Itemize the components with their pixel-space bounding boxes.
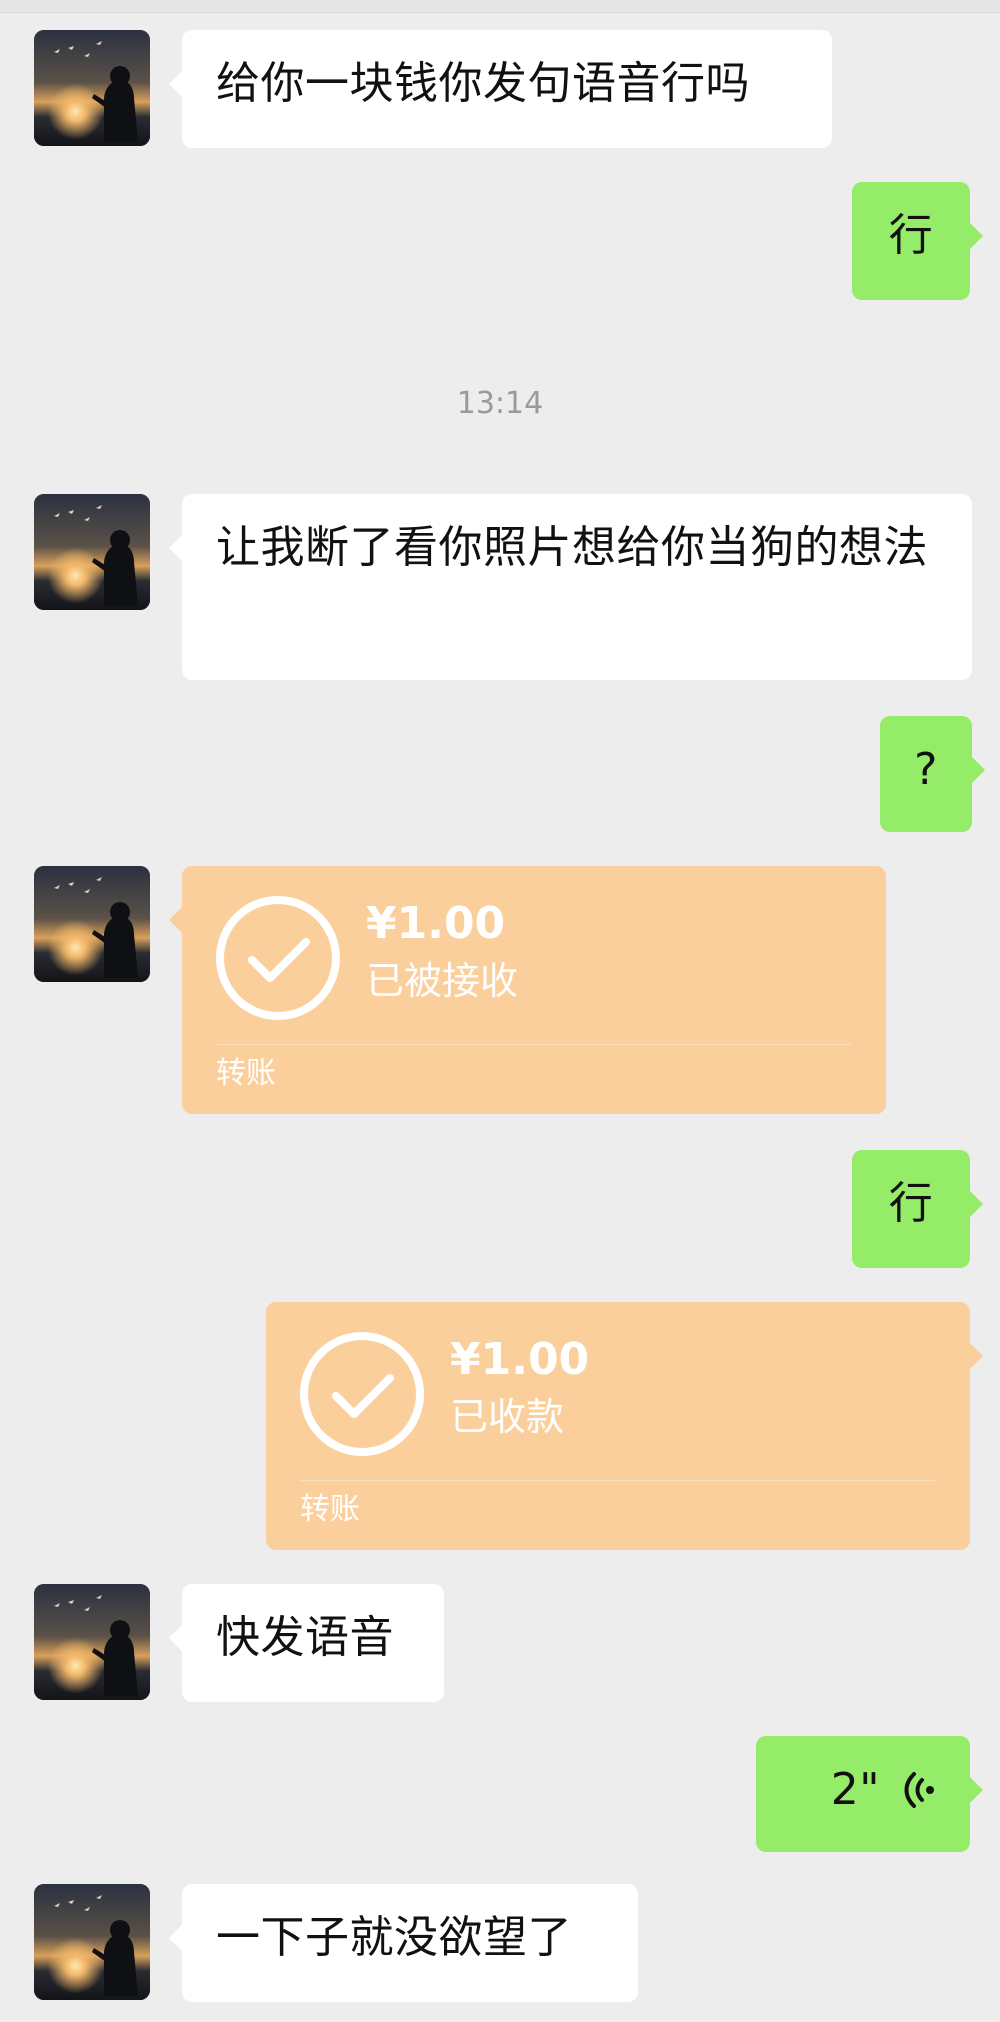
transfer-amount: ¥1.00 xyxy=(450,1334,590,1385)
avatar-image-icon xyxy=(34,494,150,610)
message-text: 一下子就没欲望了 xyxy=(216,1912,572,1963)
voice-row: 2" xyxy=(0,1736,1000,1856)
transfer-card[interactable]: ¥1.00 已收款 转账 xyxy=(266,1302,983,1550)
transfer-status: 已收款 xyxy=(450,1395,565,1439)
avatar-image-icon xyxy=(34,1884,150,2000)
transfer-row: ¥1.00 已收款 转账 xyxy=(0,1302,1000,1550)
message-text: 让我断了看你照片想给你当狗的想法 xyxy=(216,522,928,573)
transfer-label: 转账 xyxy=(300,1492,360,1527)
message-row: 给你一块钱你发句语音行吗 xyxy=(0,30,1000,150)
transfer-divider xyxy=(300,1480,936,1481)
message-row: 让我断了看你照片想给你当狗的想法 xyxy=(0,494,1000,680)
outgoing-message-bubble[interactable]: 行 xyxy=(852,1150,983,1268)
outgoing-message-bubble[interactable]: ? xyxy=(880,716,985,832)
avatar[interactable] xyxy=(34,30,150,146)
voice-duration: 2" xyxy=(830,1764,880,1815)
avatar[interactable] xyxy=(34,1584,150,1700)
message-text: 行 xyxy=(888,210,934,261)
incoming-message-bubble[interactable]: 快发语音 xyxy=(169,1584,444,1702)
transfer-divider xyxy=(216,1044,852,1045)
check-circle-icon xyxy=(300,1332,424,1456)
avatar-image-icon xyxy=(34,1584,150,1700)
incoming-message-bubble[interactable]: 给你一块钱你发句语音行吗 xyxy=(169,30,832,148)
avatar[interactable] xyxy=(34,494,150,610)
message-text: 行 xyxy=(888,1178,934,1229)
outgoing-message-bubble[interactable]: 行 xyxy=(852,182,983,300)
message-row: 一下子就没欲望了 xyxy=(0,1884,1000,2004)
avatar-image-icon xyxy=(34,30,150,146)
message-row: 行 xyxy=(0,1150,1000,1270)
transfer-label: 转账 xyxy=(216,1056,276,1091)
top-divider xyxy=(0,0,1000,13)
incoming-message-bubble[interactable]: 让我断了看你照片想给你当狗的想法 xyxy=(169,494,972,680)
transfer-status: 已被接收 xyxy=(366,959,519,1003)
message-row: 快发语音 xyxy=(0,1584,1000,1704)
avatar[interactable] xyxy=(34,866,150,982)
transfer-amount: ¥1.00 xyxy=(366,898,506,949)
message-row: 行 xyxy=(0,182,1000,302)
transfer-row: ¥1.00 已被接收 转账 xyxy=(0,866,1000,1114)
message-text: 快发语音 xyxy=(216,1612,394,1663)
voice-message-bubble[interactable]: 2" xyxy=(756,1736,983,1852)
message-text: 给你一块钱你发句语音行吗 xyxy=(216,58,750,109)
voice-wave-icon xyxy=(898,1768,942,1812)
message-text: ? xyxy=(914,744,938,795)
transfer-card[interactable]: ¥1.00 已被接收 转账 xyxy=(169,866,886,1114)
message-row: ? xyxy=(0,716,1000,836)
voice-content: 2" xyxy=(784,1754,942,1826)
check-circle-icon xyxy=(216,896,340,1020)
timestamp: 13:14 xyxy=(456,386,544,421)
avatar-image-icon xyxy=(34,866,150,982)
incoming-message-bubble[interactable]: 一下子就没欲望了 xyxy=(169,1884,638,2002)
avatar[interactable] xyxy=(34,1884,150,2000)
